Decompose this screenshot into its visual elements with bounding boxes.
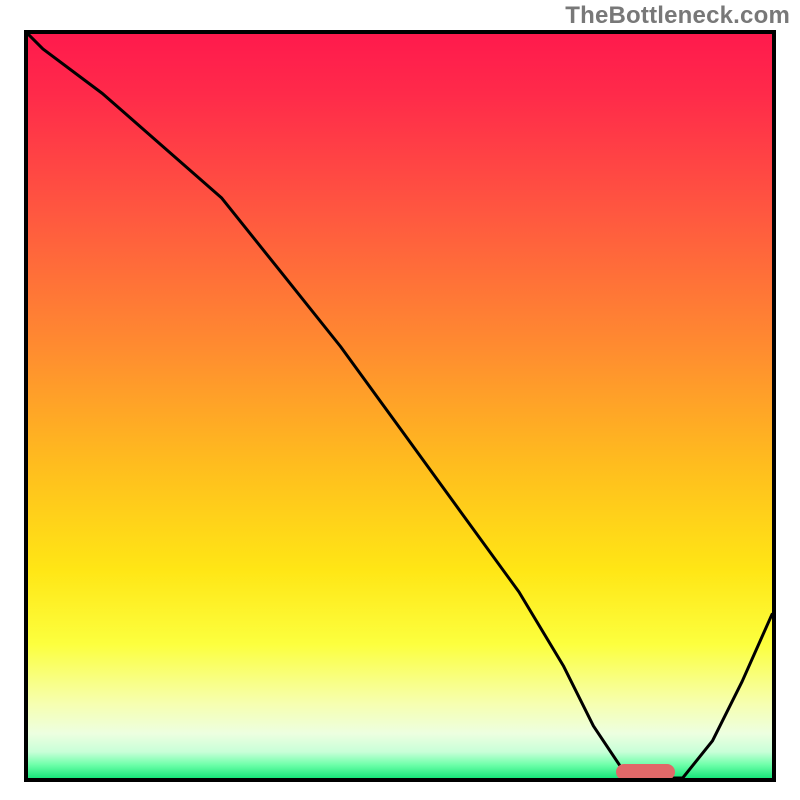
bottleneck-curve — [28, 34, 772, 778]
chart-container: TheBottleneck.com — [0, 0, 800, 800]
watermark-text: TheBottleneck.com — [565, 2, 790, 30]
optimum-marker — [616, 764, 676, 780]
plot-frame — [24, 30, 776, 782]
